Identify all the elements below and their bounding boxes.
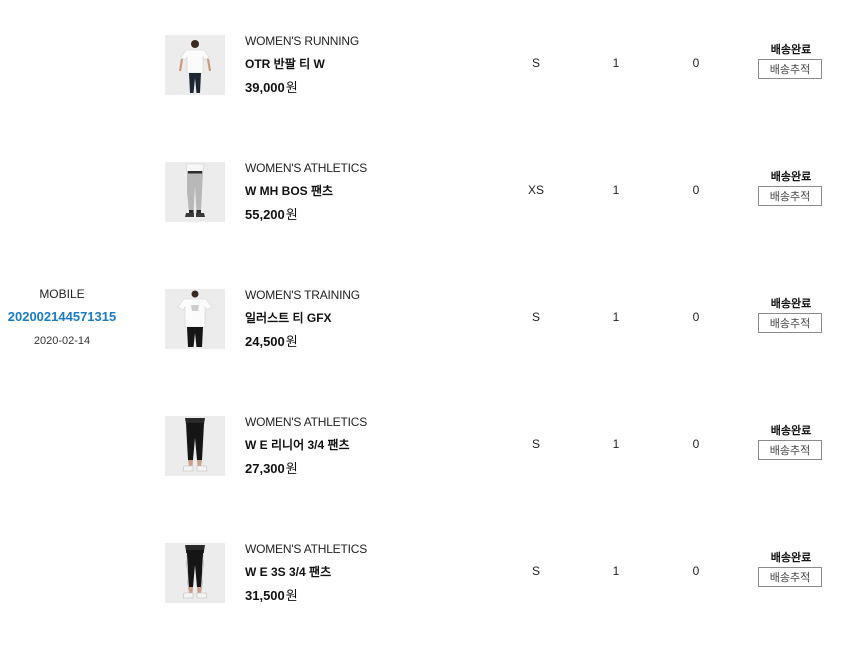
- price-value: 39,000: [245, 80, 285, 95]
- product-name[interactable]: W E 리니어 3/4 팬츠: [245, 436, 350, 453]
- price-currency: 원: [285, 334, 298, 349]
- product-thumbnail[interactable]: [165, 543, 225, 603]
- product-thumbnail[interactable]: [165, 35, 225, 95]
- track-delivery-button[interactable]: 배송추적: [758, 186, 822, 206]
- track-delivery-button[interactable]: 배송추적: [758, 313, 822, 333]
- price-value: 55,200: [245, 207, 285, 222]
- price-value: 27,300: [245, 461, 285, 476]
- product-points: 0: [692, 437, 700, 451]
- product-price: 39,000원: [245, 77, 298, 96]
- product-price: 55,200원: [245, 204, 298, 223]
- product-category: WOMEN'S ATHLETICS: [245, 161, 368, 175]
- price-currency: 원: [285, 80, 298, 95]
- product-quantity: 1: [612, 183, 620, 197]
- product-quantity: 1: [612, 564, 620, 578]
- product-category: WOMEN'S RUNNING: [245, 34, 359, 48]
- product-size: S: [531, 564, 540, 578]
- track-delivery-button[interactable]: 배송추적: [758, 59, 822, 79]
- product-price: 24,500원: [245, 331, 298, 350]
- order-info: MOBILE 202002144571315 2020-02-14: [0, 287, 124, 348]
- delivery-status: 배송완료: [770, 552, 812, 564]
- price-value: 24,500: [245, 334, 285, 349]
- product-quantity: 1: [612, 56, 620, 70]
- price-currency: 원: [285, 207, 298, 222]
- product-thumbnail[interactable]: [165, 162, 225, 222]
- order-date: 2020-02-14: [33, 335, 91, 347]
- track-delivery-button[interactable]: 배송추적: [758, 440, 822, 460]
- product-name[interactable]: 일러스트 티 GFX: [245, 309, 332, 326]
- order-item-row: WOMEN'S RUNNING OTR 반팔 티 W 39,000원 S 1 0…: [150, 30, 848, 157]
- order-number-link[interactable]: 202002144571315: [0, 309, 124, 325]
- product-size: XS: [527, 183, 544, 197]
- product-points: 0: [692, 310, 700, 324]
- product-size: S: [531, 310, 540, 324]
- price-currency: 원: [285, 588, 298, 603]
- order-item-row: WOMEN'S ATHLETICS W E 리니어 3/4 팬츠 27,300원…: [150, 411, 848, 538]
- delivery-status: 배송완료: [770, 425, 812, 437]
- price-value: 31,500: [245, 588, 285, 603]
- delivery-status: 배송완료: [770, 44, 812, 56]
- product-size: S: [531, 437, 540, 451]
- product-name[interactable]: W E 3S 3/4 팬츠: [245, 563, 331, 580]
- delivery-status: 배송완료: [770, 171, 812, 183]
- order-item-row: WOMEN'S ATHLETICS W E 3S 3/4 팬츠 31,500원 …: [150, 538, 848, 665]
- product-points: 0: [692, 183, 700, 197]
- product-category: WOMEN'S TRAINING: [245, 288, 360, 302]
- track-delivery-button[interactable]: 배송추적: [758, 567, 822, 587]
- price-currency: 원: [285, 461, 298, 476]
- product-category: WOMEN'S ATHLETICS: [245, 542, 368, 556]
- product-price: 31,500원: [245, 585, 298, 604]
- product-size: S: [531, 56, 540, 70]
- product-category: WOMEN'S ATHLETICS: [245, 415, 368, 429]
- product-points: 0: [692, 564, 700, 578]
- order-item-row: WOMEN'S TRAINING 일러스트 티 GFX 24,500원 S 1 …: [150, 284, 848, 411]
- product-price: 27,300원: [245, 458, 298, 477]
- product-thumbnail[interactable]: [165, 289, 225, 349]
- product-name[interactable]: OTR 반팔 티 W: [245, 55, 325, 72]
- delivery-status: 배송완료: [770, 298, 812, 310]
- order-channel: MOBILE: [39, 287, 85, 301]
- product-quantity: 1: [612, 310, 620, 324]
- order-item-row: WOMEN'S ATHLETICS W MH BOS 팬츠 55,200원 XS…: [150, 157, 848, 284]
- product-points: 0: [692, 56, 700, 70]
- product-name[interactable]: W MH BOS 팬츠: [245, 182, 333, 199]
- product-quantity: 1: [612, 437, 620, 451]
- product-thumbnail[interactable]: [165, 416, 225, 476]
